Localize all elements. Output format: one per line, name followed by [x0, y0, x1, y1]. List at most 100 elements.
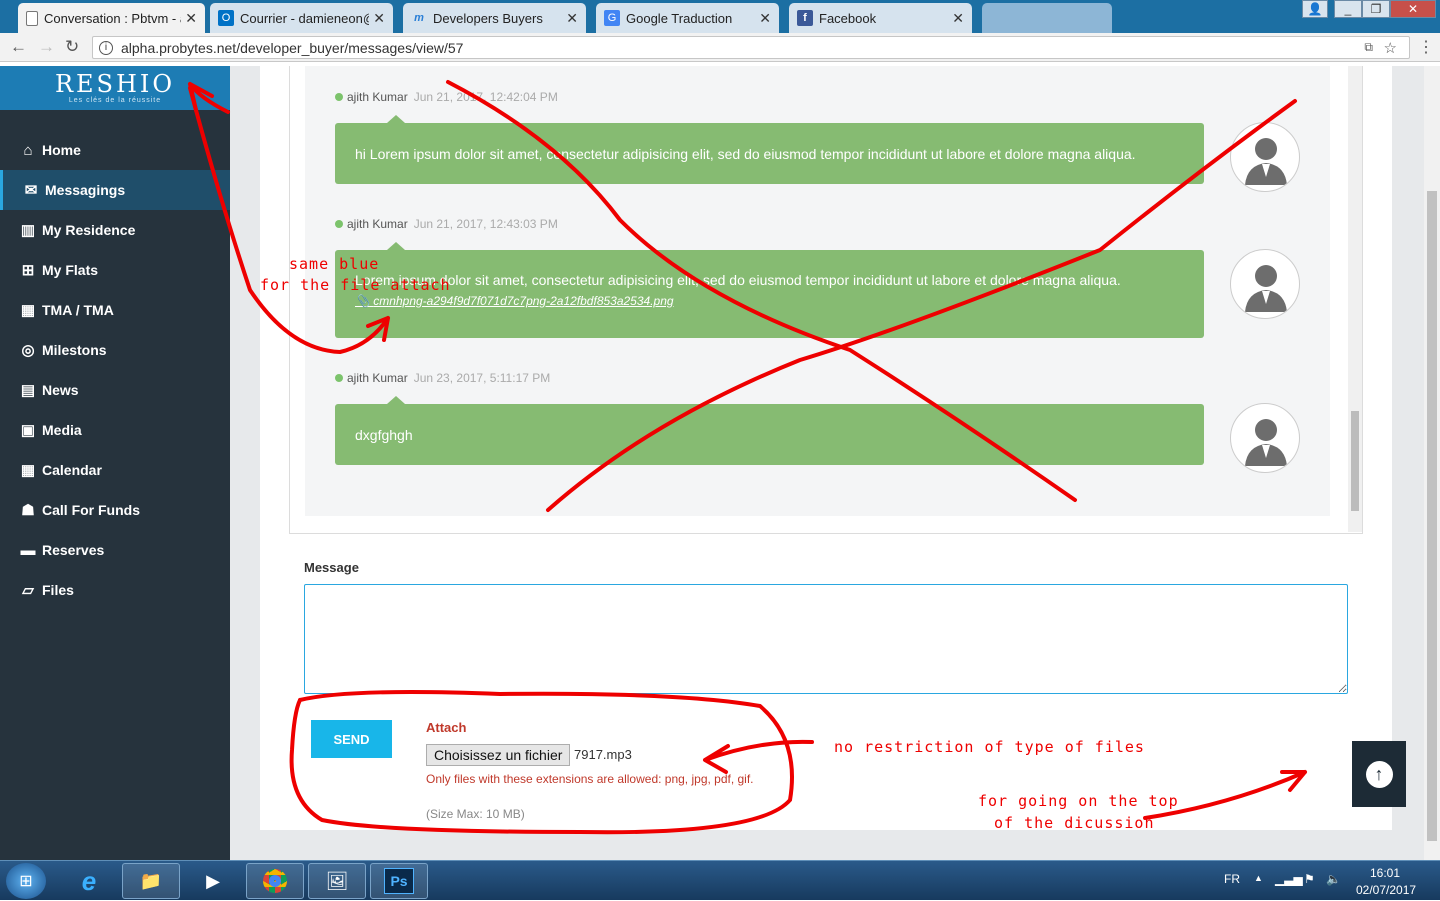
message-list: ajith Kumar Jun 21, 2017, 12:42:04 PM hi …	[305, 66, 1330, 516]
star-icon[interactable]: ☆	[1384, 39, 1397, 57]
tray-expand-icon[interactable]: ▲	[1254, 873, 1263, 883]
image-viewer-icon[interactable]: 🖼	[308, 863, 366, 899]
sidebar-item-milestons[interactable]: ◎ Milestons	[0, 330, 230, 370]
message-text: Lorem ipsum dolor sit amet, consectetur …	[355, 272, 1121, 288]
google-translate-icon: G	[604, 10, 620, 26]
user-icon[interactable]: 👤	[1302, 0, 1328, 18]
sidebar-item-label: Home	[42, 142, 81, 158]
folder-icon: ▱	[22, 582, 34, 599]
size-hint: (Size Max: 10 MB)	[426, 807, 525, 821]
clock-date[interactable]: 02/07/2017	[1356, 883, 1416, 897]
conversation-card: ajith Kumar Jun 21, 2017, 12:42:04 PM hi …	[260, 66, 1406, 830]
message-text: dxgfghgh	[355, 426, 413, 443]
scroll-to-top-button[interactable]: ↑	[1352, 741, 1406, 807]
close-icon[interactable]: ✕	[373, 10, 385, 27]
reserves-icon: ▬	[20, 541, 36, 559]
close-icon[interactable]: ✕	[759, 10, 771, 27]
tab-label: Facebook	[819, 10, 877, 26]
tab-developers-buyers[interactable]: m Developers Buyers ✕	[403, 3, 586, 33]
clock-time[interactable]: 16:01	[1370, 866, 1400, 880]
attachment-link[interactable]: 📎 cmnhpng-a294f9d7f071d7c7png-2a12fbdf85…	[355, 294, 1184, 308]
sidebar-item-call-for-funds[interactable]: ☗ Call For Funds	[0, 490, 230, 530]
extensions-hint: Only files with these extensions are all…	[426, 772, 754, 786]
funds-icon: ☗	[21, 502, 35, 519]
milestone-icon: ◎	[21, 342, 35, 359]
sidebar-item-tma[interactable]: ▦ TMA / TMA	[0, 290, 230, 330]
sidebar-item-label: My Residence	[42, 222, 136, 238]
volume-icon[interactable]: 🔈	[1326, 872, 1341, 886]
photoshop-icon[interactable]: Ps	[370, 863, 428, 899]
sidebar-item-reserves[interactable]: ▬ Reserves	[0, 530, 230, 570]
windows-taskbar: ⊞ e 📁 ▶ 🖼 Ps FR ▲ ▁▃▅ ⚑ 🔈 16:01 02/07/20…	[0, 860, 1440, 900]
online-dot	[335, 374, 343, 382]
new-tab-button[interactable]	[982, 3, 1112, 33]
message-author: ajith Kumar	[347, 371, 408, 385]
tab-conversation[interactable]: Conversation : Pbtvm - a ✕	[18, 3, 205, 33]
info-icon[interactable]: i	[99, 40, 113, 55]
close-icon[interactable]: ✕	[566, 10, 578, 27]
close-icon[interactable]: ✕	[952, 10, 964, 27]
signal-icon[interactable]: ▁▃▅	[1275, 872, 1303, 886]
sidebar-item-label: TMA / TMA	[42, 302, 114, 318]
envelope-icon: ✉	[24, 182, 38, 199]
tab-label: Google Traduction	[626, 10, 733, 26]
message-thread[interactable]: ajith Kumar Jun 21, 2017, 12:42:04 PM hi …	[289, 66, 1363, 534]
avatar	[1230, 403, 1300, 473]
sidebar-item-label: Messagings	[45, 182, 126, 198]
language-indicator[interactable]: FR	[1224, 872, 1240, 886]
annotation-discussion: of the dicussion	[994, 814, 1155, 832]
message-time: Jun 21, 2017, 12:43:03 PM	[413, 217, 558, 231]
translate-icon[interactable]: ⧉	[1364, 40, 1373, 55]
tab-google-traduction[interactable]: G Google Traduction ✕	[596, 3, 779, 33]
main-content: ajith Kumar Jun 21, 2017, 12:42:04 PM hi …	[230, 66, 1424, 860]
reload-icon[interactable]: ↻	[65, 37, 79, 57]
tab-facebook[interactable]: f Facebook ✕	[789, 3, 972, 33]
page-scrollbar[interactable]	[1424, 66, 1440, 860]
forward-icon[interactable]: →	[38, 37, 55, 57]
maximize-icon[interactable]: ❐	[1362, 0, 1390, 18]
media-player-icon[interactable]: ▶	[184, 863, 242, 899]
sidebar-item-files[interactable]: ▱ Files	[0, 570, 230, 610]
sidebar-item-messagings[interactable]: ✉ Messagings	[0, 170, 230, 210]
sidebar-item-label: Media	[42, 422, 82, 438]
thread-scrollbar-thumb[interactable]	[1351, 411, 1359, 511]
sidebar-item-label: News	[42, 382, 79, 398]
sidebar-item-label: Milestons	[42, 342, 107, 358]
message-bubble: dxgfghgh	[335, 396, 1204, 465]
back-icon[interactable]: ←	[10, 37, 27, 57]
window-close-icon[interactable]: ✕	[1390, 0, 1436, 18]
selected-file-name: 7917.mp3	[574, 747, 632, 762]
url-input[interactable]: i alpha.probytes.net/developer_buyer/mes…	[92, 36, 1410, 59]
minimize-icon[interactable]: _	[1334, 0, 1362, 18]
tab-courrier[interactable]: O Courrier - damieneon@h ✕	[210, 3, 393, 33]
sidebar-item-media[interactable]: ▣ Media	[0, 410, 230, 450]
menu-dots-icon[interactable]: ⋮	[1418, 37, 1434, 57]
message-textarea[interactable]	[304, 584, 1348, 694]
network-icon[interactable]: ⚑	[1304, 872, 1315, 886]
outlook-icon: O	[218, 10, 234, 26]
sidebar-item-calendar[interactable]: ▦ Calendar	[0, 450, 230, 490]
page-scrollbar-thumb[interactable]	[1427, 191, 1437, 841]
choose-file-button[interactable]: Choisissez un fichier	[426, 744, 571, 766]
facebook-icon: f	[797, 10, 813, 26]
sidebar-item-news[interactable]: ▤ News	[0, 370, 230, 410]
annotation-same-blue: same blue	[289, 255, 380, 273]
sidebar-item-label: Calendar	[42, 462, 102, 478]
explorer-icon[interactable]: 📁	[122, 863, 180, 899]
send-button[interactable]: SEND	[311, 720, 392, 758]
m-logo-icon: m	[414, 12, 424, 24]
ie-icon[interactable]: e	[60, 863, 118, 899]
sidebar-item-my-flats[interactable]: ⊞ My Flats	[0, 250, 230, 290]
logo[interactable]: RESHIO Les clés de la réussite	[0, 66, 230, 110]
sidebar-item-home[interactable]: ⌂ Home	[0, 130, 230, 170]
close-icon[interactable]: ✕	[185, 10, 197, 27]
message-meta: ajith Kumar Jun 23, 2017, 5:11:17 PM	[335, 371, 550, 385]
chrome-icon[interactable]	[246, 863, 304, 899]
thread-scrollbar[interactable]	[1348, 66, 1362, 532]
sidebar-item-my-residence[interactable]: ▥ My Residence	[0, 210, 230, 250]
start-button[interactable]: ⊞	[6, 863, 46, 899]
address-bar: ← → ↻ i alpha.probytes.net/developer_buy…	[0, 33, 1440, 62]
avatar	[1230, 122, 1300, 192]
logo-text: RESHIO	[54, 69, 176, 98]
page-icon	[26, 10, 38, 26]
